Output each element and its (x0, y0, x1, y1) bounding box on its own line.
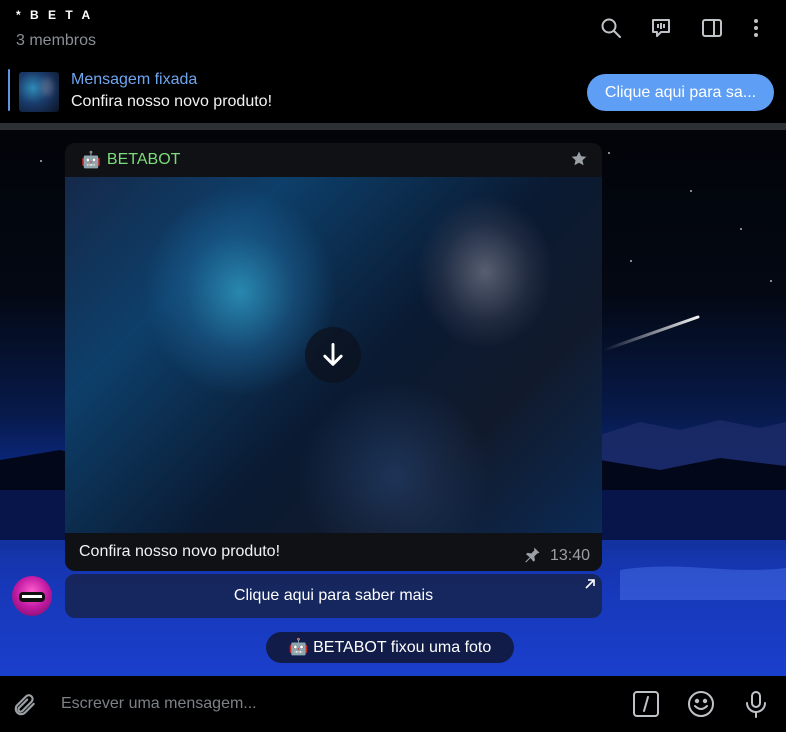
pinned-indicator (8, 69, 10, 111)
emoji-icon[interactable] (687, 690, 715, 718)
message-composer (0, 676, 786, 732)
message-input[interactable] (56, 688, 626, 720)
external-link-icon (585, 579, 595, 589)
attach-icon[interactable] (12, 692, 38, 718)
star (690, 190, 692, 192)
chat-title[interactable]: * B E T A (16, 8, 93, 22)
star (740, 228, 742, 230)
avatar-teeth (22, 595, 42, 598)
robot-icon: 🤖 (81, 152, 101, 169)
chat-header: * B E T A 3 membros (0, 0, 786, 62)
search-icon[interactable] (599, 16, 623, 40)
pinned-message-bar[interactable]: Mensagem fixada Confira nosso novo produ… (0, 62, 786, 123)
pinned-action-button[interactable]: Clique aqui para sa... (587, 74, 774, 111)
member-count: 3 membros (16, 32, 97, 49)
star (608, 152, 610, 154)
sidebar-toggle-icon[interactable] (700, 16, 724, 40)
voice-chat-icon[interactable] (649, 16, 673, 40)
photo-preview[interactable] (65, 177, 602, 533)
pinned-thumbnail (19, 72, 59, 112)
star (630, 260, 632, 262)
sender-label: BETABOT (106, 151, 181, 168)
message-caption: Confira nosso novo produto! (79, 543, 281, 560)
pin-icon (525, 547, 540, 563)
star (40, 160, 42, 162)
service-message: 🤖 BETABOT fixou uma foto (266, 632, 514, 663)
download-button[interactable] (305, 327, 361, 383)
message-bubble[interactable]: 🤖 BETABOT Confira nosso novo produto! 13… (65, 143, 602, 571)
message-time: 13:40 (549, 547, 590, 564)
sender-name[interactable]: 🤖 BETABOT (81, 150, 180, 170)
inline-url-button[interactable]: Clique aqui para saber mais (65, 574, 602, 618)
star (770, 280, 772, 282)
microphone-icon[interactable] (742, 690, 770, 718)
inline-button-label: Clique aqui para saber mais (233, 587, 434, 604)
download-icon (323, 343, 343, 366)
chat-area: 🤖 BETABOT Confira nosso novo produto! 13… (0, 130, 786, 676)
star-icon[interactable] (570, 150, 588, 168)
pinned-text: Confira nosso novo produto! (71, 93, 273, 110)
avatar[interactable] (12, 576, 52, 616)
pinned-title: Mensagem fixada (71, 71, 198, 88)
divider (0, 123, 786, 130)
more-icon[interactable] (744, 16, 768, 40)
bot-commands-icon[interactable] (632, 690, 660, 718)
